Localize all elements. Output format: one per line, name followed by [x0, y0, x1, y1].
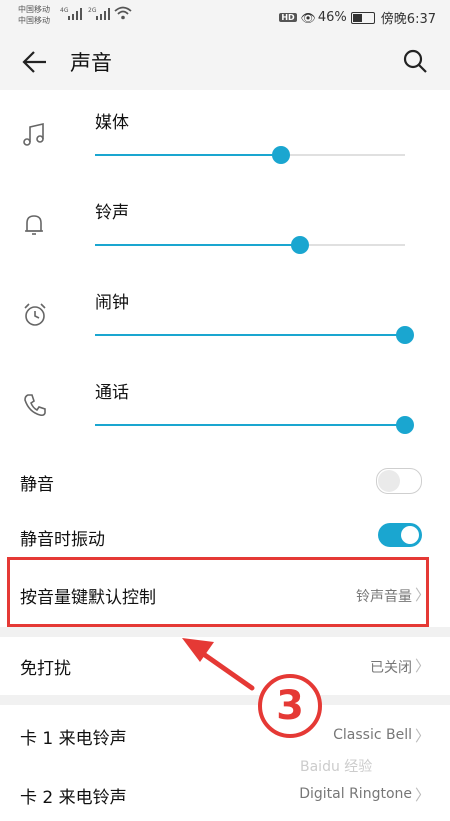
sim2-ringtone-label: 卡 2 来电铃声	[20, 788, 127, 808]
vibrate-on-mute-label: 静音时振动	[20, 530, 105, 550]
wifi-icon	[114, 6, 132, 20]
chevron-right-icon: 〉	[414, 727, 430, 745]
battery-percent: 46%	[317, 10, 347, 25]
chevron-right-icon: 〉	[414, 657, 430, 675]
section-divider	[0, 695, 450, 705]
volume-label: 媒体	[95, 113, 129, 133]
carrier-2: 中国移动	[18, 16, 50, 25]
do-not-disturb-value: 已关闭	[370, 660, 412, 676]
slider-fill	[95, 244, 300, 246]
carrier-1: 中国移动	[18, 5, 50, 14]
volume-slider[interactable]	[95, 236, 405, 254]
volume-row-call: 通话	[0, 370, 450, 460]
do-not-disturb-label: 免打扰	[20, 659, 71, 679]
chevron-right-icon: 〉	[414, 786, 430, 804]
mute-row[interactable]: 静音	[0, 460, 450, 510]
highlight-box	[7, 557, 429, 627]
step-number: 3	[276, 683, 304, 729]
music-note-icon	[23, 122, 44, 146]
status-right: HD 👁 46% 傍晚6:37	[279, 8, 436, 27]
page-title: 声音	[70, 51, 112, 75]
alarm-clock-icon	[24, 303, 46, 326]
slider-fill	[95, 334, 405, 336]
slider-thumb[interactable]	[396, 416, 414, 434]
signal-icon	[68, 8, 82, 20]
volume-row-ringtone: 铃声	[0, 190, 450, 280]
watermark: Baidu 经验	[300, 759, 373, 775]
search-icon[interactable]	[402, 48, 428, 74]
bell-icon	[25, 215, 43, 235]
volume-slider[interactable]	[95, 326, 414, 344]
eye-comfort-icon: 👁	[300, 10, 316, 25]
hd-icon: HD	[279, 13, 297, 22]
slider-fill	[95, 424, 405, 426]
phone-icon	[24, 394, 46, 417]
app-bar: 声音	[0, 34, 450, 90]
step-badge: 3	[258, 674, 322, 738]
section-divider	[0, 627, 450, 637]
slider-fill	[95, 154, 281, 156]
volume-row-media: 媒体	[0, 100, 450, 190]
sim1-ringtone-value: Classic Bell	[333, 727, 412, 743]
clock: 傍晚6:37	[380, 12, 436, 27]
carrier-labels: 中国移动 中国移动	[18, 4, 50, 26]
volume-slider[interactable]	[95, 146, 405, 164]
volume-label: 铃声	[95, 203, 129, 223]
sim2-ringtone-row[interactable]: 卡 2 来电铃声 Digital Ringtone 〉	[0, 765, 450, 821]
mute-toggle[interactable]	[376, 468, 422, 494]
sim1-ringtone-label: 卡 1 来电铃声	[20, 729, 127, 749]
back-arrow-icon[interactable]	[22, 50, 48, 74]
slider-thumb[interactable]	[272, 146, 290, 164]
mute-label: 静音	[20, 475, 54, 495]
volume-label: 闹钟	[95, 293, 129, 313]
toggle-knob	[378, 470, 400, 492]
volume-slider[interactable]	[95, 416, 414, 434]
toggle-knob	[401, 526, 419, 544]
sim1-ringtone-row[interactable]: 卡 1 来电铃声 Classic Bell 〉	[0, 705, 450, 761]
status-bar: 中国移动 中国移动 4G 2G HD 👁 46% 傍晚6:37	[0, 0, 450, 34]
volume-label: 通话	[95, 383, 129, 403]
do-not-disturb-row[interactable]: 免打扰 已关闭 〉	[0, 637, 450, 693]
battery-icon	[350, 11, 375, 24]
slider-thumb[interactable]	[290, 236, 309, 254]
volume-row-alarm: 闹钟	[0, 280, 450, 370]
signal-icon-2	[96, 8, 110, 20]
vibrate-on-mute-toggle[interactable]	[378, 523, 422, 547]
slider-thumb[interactable]	[396, 326, 414, 344]
